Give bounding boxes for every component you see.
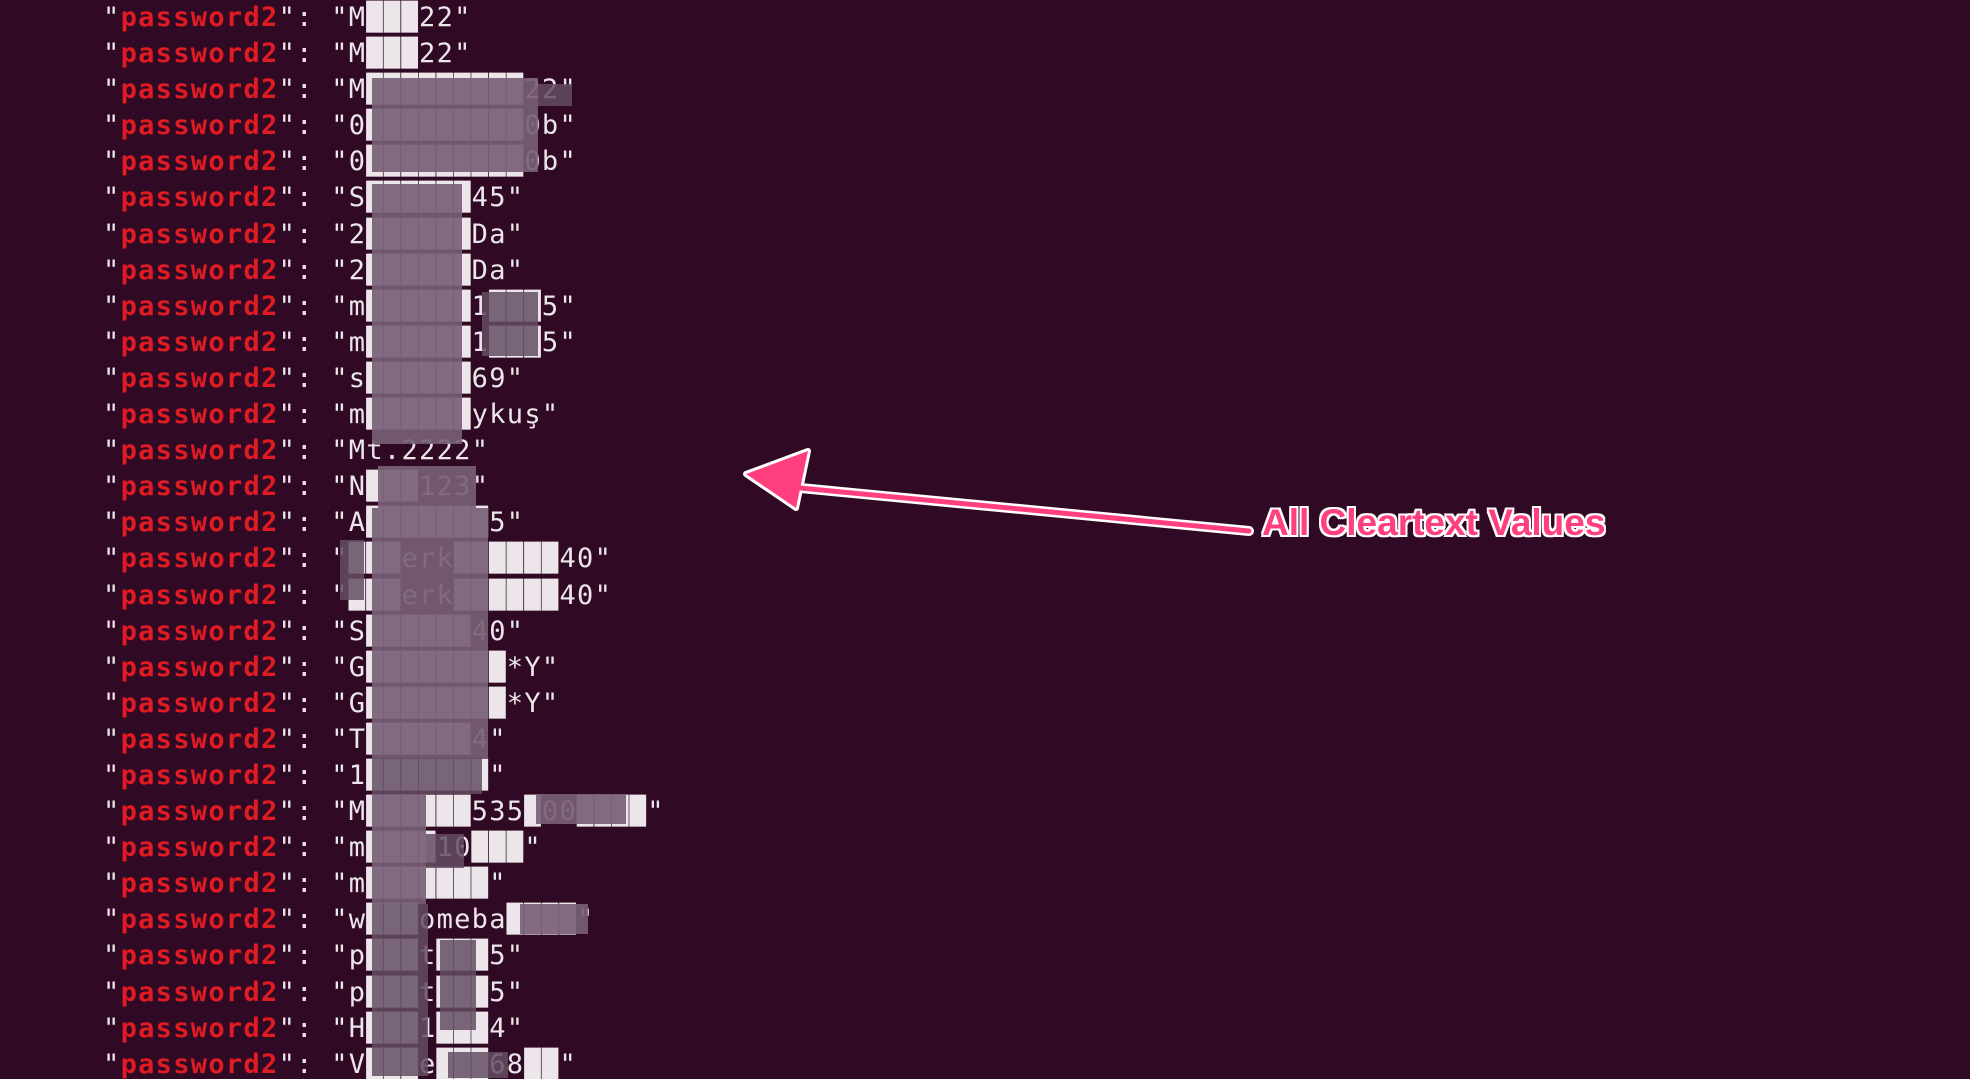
redaction-block — [448, 1052, 508, 1078]
json-key: password2 — [120, 146, 279, 178]
json-key: password2 — [120, 1048, 279, 1079]
json-key: password2 — [120, 615, 279, 647]
json-value: M███22 — [348, 38, 455, 70]
json-key: password2 — [120, 399, 279, 431]
annotation-label: All Cleartext Values — [1262, 502, 1606, 543]
redaction-block — [482, 292, 538, 356]
redaction-block — [372, 758, 482, 794]
redaction-block — [372, 78, 538, 172]
redaction-block — [340, 540, 364, 600]
json-key: password2 — [120, 759, 279, 791]
json-value: M███22 — [348, 2, 455, 33]
json-key: password2 — [120, 687, 279, 719]
json-key: password2 — [120, 543, 279, 575]
json-key: password2 — [120, 290, 279, 322]
json-key: password2 — [120, 326, 279, 358]
json-key: password2 — [120, 182, 279, 214]
json-key: password2 — [120, 471, 279, 503]
redaction-block — [536, 794, 626, 824]
redaction-block — [372, 904, 428, 1076]
json-key: password2 — [120, 940, 279, 972]
redaction-block — [426, 834, 464, 868]
json-key: password2 — [120, 362, 279, 394]
json-key: password2 — [120, 2, 279, 33]
json-key: password2 — [120, 507, 279, 539]
redaction-block — [520, 904, 588, 934]
json-key: password2 — [120, 579, 279, 611]
json-key: password2 — [120, 74, 279, 106]
redaction-block — [372, 794, 426, 904]
json-line: "password2": "M███22" — [103, 2, 472, 33]
json-key: password2 — [120, 832, 279, 864]
redaction-block — [440, 940, 476, 1030]
redaction-block — [372, 184, 462, 444]
json-key: password2 — [120, 651, 279, 683]
json-key: password2 — [120, 1012, 279, 1044]
json-key: password2 — [120, 868, 279, 900]
json-key: password2 — [120, 904, 279, 936]
json-key: password2 — [120, 254, 279, 286]
json-key: password2 — [120, 218, 279, 250]
terminal-window: "password2": "M███22" "password2": "M███2… — [0, 0, 1970, 1079]
json-key: password2 — [120, 796, 279, 828]
json-key: password2 — [120, 38, 279, 70]
json-key: password2 — [120, 435, 279, 467]
json-line: "password2": "M███22" — [103, 38, 472, 70]
json-key: password2 — [120, 976, 279, 1008]
redaction-block — [538, 84, 572, 106]
json-key: password2 — [120, 110, 279, 142]
json-key: password2 — [120, 723, 279, 755]
redaction-block — [378, 466, 476, 508]
redaction-block — [372, 508, 488, 758]
